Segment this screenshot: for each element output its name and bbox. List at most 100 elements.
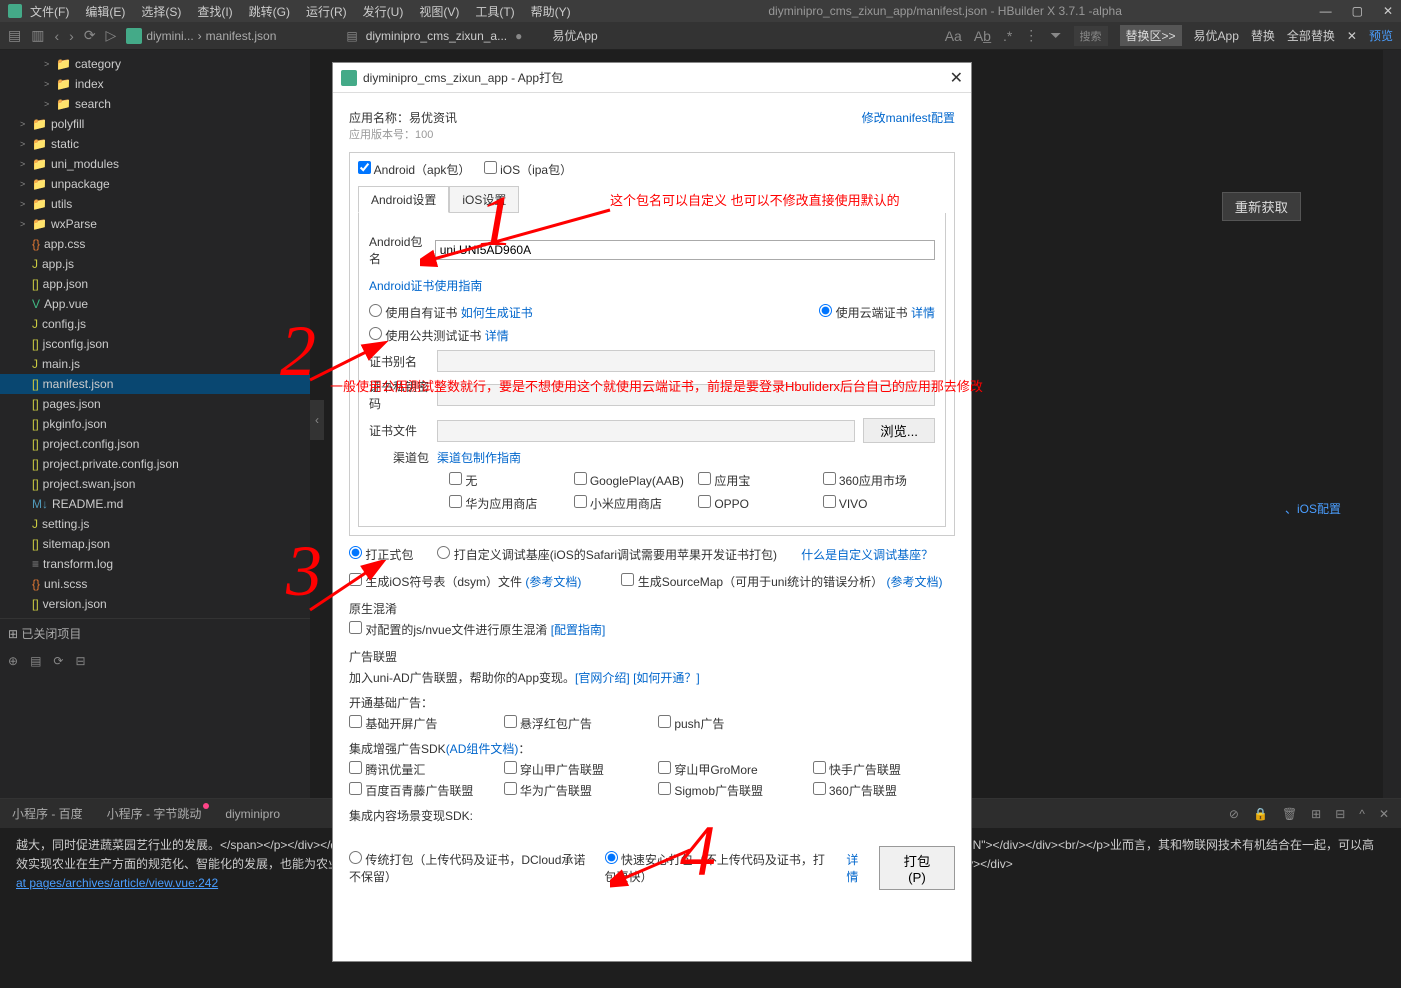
run-icon[interactable]: ▷ <box>106 27 117 44</box>
channel-checkbox[interactable]: VIVO <box>823 495 936 512</box>
preview-button[interactable]: 预览 <box>1369 27 1393 44</box>
upload-detail-link[interactable]: 详情 <box>846 851 867 885</box>
ad-howto-link[interactable]: [如何开通？] <box>633 671 700 685</box>
console-action-icon[interactable]: ^ <box>1359 807 1365 821</box>
file-item[interactable]: {}app.css <box>0 234 310 254</box>
file-item[interactable]: []manifest.json <box>0 374 310 394</box>
ad-checkbox[interactable]: push广告 <box>658 715 801 732</box>
tree-action-icon[interactable]: ▤ <box>30 654 41 668</box>
tab2-close-icon[interactable]: ● <box>515 29 522 43</box>
console-action-icon[interactable]: 🔒 <box>1253 807 1268 821</box>
dsym-checkbox[interactable]: 生成iOS符号表（dsym）文件 (参考文档) <box>349 573 581 590</box>
word-icon[interactable]: Ab̲ <box>974 28 991 44</box>
folder-item[interactable]: >📁category <box>0 54 310 74</box>
edit-manifest-link[interactable]: 修改manifest配置 <box>862 109 955 142</box>
ad-sdk-link[interactable]: (AD组件文档) <box>446 742 519 756</box>
replace-all-button[interactable]: 全部替换 <box>1287 27 1335 44</box>
ad-intro-link[interactable]: [官网介绍] <box>575 671 630 685</box>
reget-button[interactable]: 重新获取 <box>1222 192 1301 221</box>
regex-icon[interactable]: .* <box>1003 28 1012 44</box>
custom-debug-radio[interactable]: 打自定义调试基座(iOS的Safari调试需要用苹果开发证书打包) <box>437 546 777 563</box>
file-item[interactable]: []project.config.json <box>0 434 310 454</box>
forward-icon[interactable]: › <box>69 28 74 44</box>
console-action-icon[interactable]: 🗑 <box>1282 807 1297 821</box>
menu-view[interactable]: 视图(V) <box>419 3 459 20</box>
tree-action-icon[interactable]: ⊟ <box>75 654 85 668</box>
cert-public-radio[interactable]: 使用公共测试证书 详情 <box>369 327 509 344</box>
tree-action-icon[interactable]: ⊕ <box>8 654 18 668</box>
menu-file[interactable]: 文件(F) <box>30 3 69 20</box>
sidebar-collapse-icon[interactable]: ‹ <box>310 400 324 440</box>
file-item[interactable]: []pages.json <box>0 394 310 414</box>
file-item[interactable]: Jmain.js <box>0 354 310 374</box>
ad-checkbox[interactable]: 百度百青藤广告联盟 <box>349 782 492 799</box>
channel-checkbox[interactable]: 小米应用商店 <box>574 495 687 512</box>
tree-action-icon[interactable]: ⟳ <box>53 654 63 668</box>
channel-guide-link[interactable]: 渠道包制作指南 <box>437 449 521 466</box>
channel-checkbox[interactable]: OPPO <box>698 495 811 512</box>
file-item[interactable]: Jconfig.js <box>0 314 310 334</box>
file-item[interactable]: []project.private.config.json <box>0 454 310 474</box>
more-icon[interactable]: ⋮ <box>1024 27 1038 44</box>
obfuscate-checkbox[interactable]: 对配置的js/nvue文件进行原生混淆 [配置指南] <box>349 623 605 637</box>
folder-item[interactable]: >📁uni_modules <box>0 154 310 174</box>
pkg-name-input[interactable] <box>435 240 935 260</box>
file-item[interactable]: []jsconfig.json <box>0 334 310 354</box>
cert-own-radio[interactable]: 使用自有证书 如何生成证书 <box>369 304 533 321</box>
ios-config-link[interactable]: 、iOS配置 <box>1285 500 1341 517</box>
new-file-icon[interactable]: ▤ <box>8 27 21 44</box>
dialog-close-icon[interactable]: ✕ <box>950 68 963 88</box>
menu-tools[interactable]: 工具(T) <box>475 3 514 20</box>
tab-android-settings[interactable]: Android设置 <box>358 186 449 213</box>
ad-checkbox[interactable]: 华为广告联盟 <box>504 782 647 799</box>
closed-projects[interactable]: ⊞ 已关闭项目 <box>0 618 310 648</box>
bottom-tab-baidu[interactable]: 小程序 - 百度 <box>12 805 83 822</box>
menu-find[interactable]: 查找(I) <box>197 3 232 20</box>
file-item[interactable]: []sitemap.json <box>0 534 310 554</box>
folder-item[interactable]: >📁utils <box>0 194 310 214</box>
minimize-icon[interactable]: — <box>1320 4 1332 18</box>
refresh-icon[interactable]: ⟳ <box>84 27 96 44</box>
folder-item[interactable]: >📁polyfill <box>0 114 310 134</box>
search-input[interactable]: 搜索 <box>1074 26 1108 46</box>
ad-checkbox[interactable]: 腾讯优量汇 <box>349 761 492 778</box>
cert-guide-link[interactable]: Android证书使用指南 <box>369 279 482 293</box>
menu-publish[interactable]: 发行(U) <box>363 3 404 20</box>
maximize-icon[interactable]: ▢ <box>1352 4 1363 18</box>
pack-button[interactable]: 打包(P) <box>879 846 955 890</box>
menu-run[interactable]: 运行(R) <box>306 3 347 20</box>
folder-item[interactable]: >📁wxParse <box>0 214 310 234</box>
channel-checkbox[interactable]: GooglePlay(AAB) <box>574 472 687 489</box>
cert-file-input[interactable] <box>437 420 855 442</box>
ad-checkbox[interactable]: Sigmob广告联盟 <box>658 782 801 799</box>
release-radio[interactable]: 打正式包 <box>349 546 413 563</box>
sourcemap-checkbox[interactable]: 生成SourceMap（可用于uni统计的错误分析） (参考文档) <box>621 573 942 590</box>
file-item[interactable]: []version.json <box>0 594 310 614</box>
file-item[interactable]: M↓README.md <box>0 494 310 514</box>
channel-checkbox[interactable]: 无 <box>449 472 562 489</box>
menu-select[interactable]: 选择(S) <box>141 3 181 20</box>
file-tree[interactable]: >📁category>📁index>📁search>📁polyfill>📁sta… <box>0 50 310 798</box>
file-item[interactable]: Japp.js <box>0 254 310 274</box>
cert-cloud-radio[interactable]: 使用云端证书 详情 <box>819 304 935 321</box>
channel-checkbox[interactable]: 华为应用商店 <box>449 495 562 512</box>
open-folder-icon[interactable]: ▥ <box>31 27 44 44</box>
upload-traditional-radio[interactable]: 传统打包（上传代码及证书，DCloud承诺不保留） <box>349 851 593 885</box>
file-item[interactable]: []project.swan.json <box>0 474 310 494</box>
menu-goto[interactable]: 跳转(G) <box>249 3 290 20</box>
close-icon[interactable]: ✕ <box>1383 4 1393 18</box>
browse-button[interactable]: 浏览... <box>863 418 935 443</box>
ios-ipa-checkbox[interactable]: iOS（ipa包） <box>484 163 572 177</box>
menu-help[interactable]: 帮助(Y) <box>531 3 571 20</box>
file-item[interactable]: Jsetting.js <box>0 514 310 534</box>
console-action-icon[interactable]: ⊘ <box>1229 807 1239 821</box>
tab2-label[interactable]: diyminipro_cms_zixun_a... <box>366 29 507 43</box>
folder-item[interactable]: >📁index <box>0 74 310 94</box>
outline-bar[interactable] <box>1383 50 1401 798</box>
file-item[interactable]: []pkginfo.json <box>0 414 310 434</box>
font-icon[interactable]: Aa <box>945 28 962 44</box>
upload-safe-radio[interactable]: 快速安心打包（不上传代码及证书，打包更快） <box>605 851 835 885</box>
folder-item[interactable]: >📁search <box>0 94 310 114</box>
ad-checkbox[interactable]: 悬浮红包广告 <box>504 715 647 732</box>
ad-checkbox[interactable]: 快手广告联盟 <box>813 761 956 778</box>
